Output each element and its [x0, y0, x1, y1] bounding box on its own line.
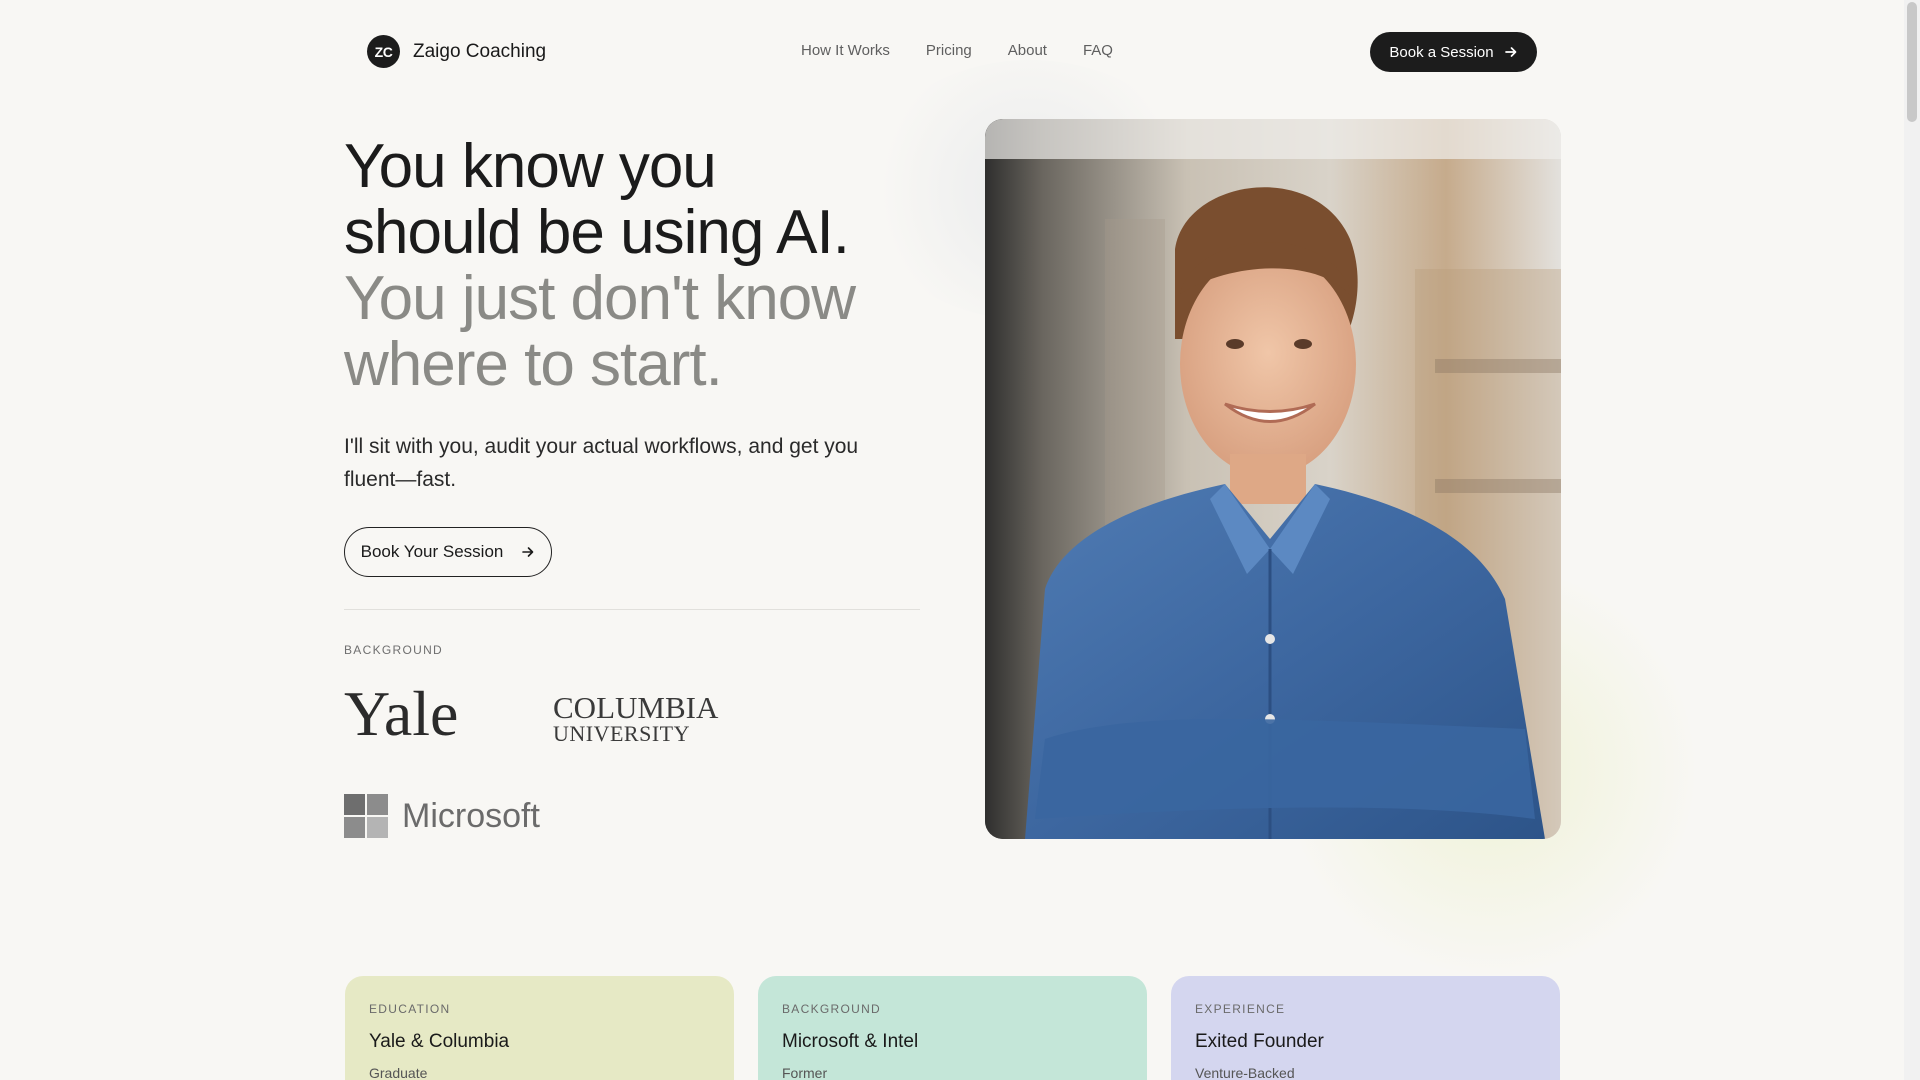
- portrait-illustration: [985, 119, 1561, 839]
- hero-title: You know you should be using AI. You jus…: [344, 134, 904, 398]
- hero-subtitle: I'll sit with you, audit your actual wor…: [344, 435, 859, 491]
- microsoft-logo-text: Microsoft: [402, 796, 540, 835]
- credential-card-experience: EXPERIENCE Exited Founder Venture-Backed: [1171, 976, 1560, 1080]
- card-category: EXPERIENCE: [1195, 1002, 1286, 1016]
- card-subtitle: Graduate: [369, 1065, 428, 1080]
- nav-link-faq[interactable]: FAQ: [1083, 42, 1113, 59]
- nav-links: How It Works Pricing About FAQ: [801, 42, 1113, 59]
- hero-title-muted: You just don't know where to start.: [344, 264, 856, 399]
- columbia-logo-line2: UNIVERSITY: [553, 721, 690, 746]
- brand-name: Zaigo Coaching: [413, 40, 547, 62]
- top-nav: ZC Zaigo Coaching How It Works Pricing A…: [0, 0, 1904, 104]
- nav-link-about[interactable]: About: [1008, 42, 1047, 59]
- card-title: Exited Founder: [1195, 1031, 1324, 1052]
- columbia-logo: COLUMBIA UNIVERSITY: [553, 690, 719, 746]
- columbia-logo-line1: COLUMBIA: [553, 690, 719, 725]
- card-subtitle: Former: [782, 1065, 828, 1080]
- coach-portrait-photo: [985, 119, 1561, 839]
- card-title: Microsoft & Intel: [782, 1031, 919, 1052]
- yale-logo: Yale: [344, 678, 459, 749]
- microsoft-logo-icon: [344, 794, 388, 838]
- nav-link-pricing[interactable]: Pricing: [926, 42, 972, 59]
- hero-title-dark: You know you should be using AI.: [344, 132, 850, 267]
- brand-link[interactable]: ZC Zaigo Coaching: [367, 35, 546, 68]
- brand-logo: ZC: [367, 35, 400, 68]
- scrollbar-thumb[interactable]: [1907, 2, 1917, 122]
- credential-card-education: EDUCATION Yale & Columbia Graduate: [345, 976, 734, 1080]
- card-category: EDUCATION: [369, 1002, 451, 1016]
- book-your-session-button[interactable]: Book Your Session: [344, 527, 552, 577]
- arrow-right-icon: [1504, 47, 1516, 57]
- book-session-nav-label: Book a Session: [1389, 43, 1494, 61]
- book-session-nav-button[interactable]: Book a Session: [1370, 32, 1537, 72]
- page-scrollbar[interactable]: [1904, 0, 1920, 1080]
- card-title: Yale & Columbia: [369, 1031, 510, 1052]
- card-subtitle: Venture-Backed: [1195, 1065, 1295, 1080]
- microsoft-logo: Microsoft: [344, 794, 540, 838]
- section-divider: [344, 609, 920, 610]
- nav-link-how-it-works[interactable]: How It Works: [801, 42, 890, 59]
- card-category: BACKGROUND: [782, 1002, 882, 1016]
- credentials-label: BACKGROUND: [344, 643, 444, 657]
- book-your-session-label: Book Your Session: [360, 542, 504, 561]
- arrow-right-icon: [522, 547, 534, 557]
- credential-card-background: BACKGROUND Microsoft & Intel Former: [758, 976, 1147, 1080]
